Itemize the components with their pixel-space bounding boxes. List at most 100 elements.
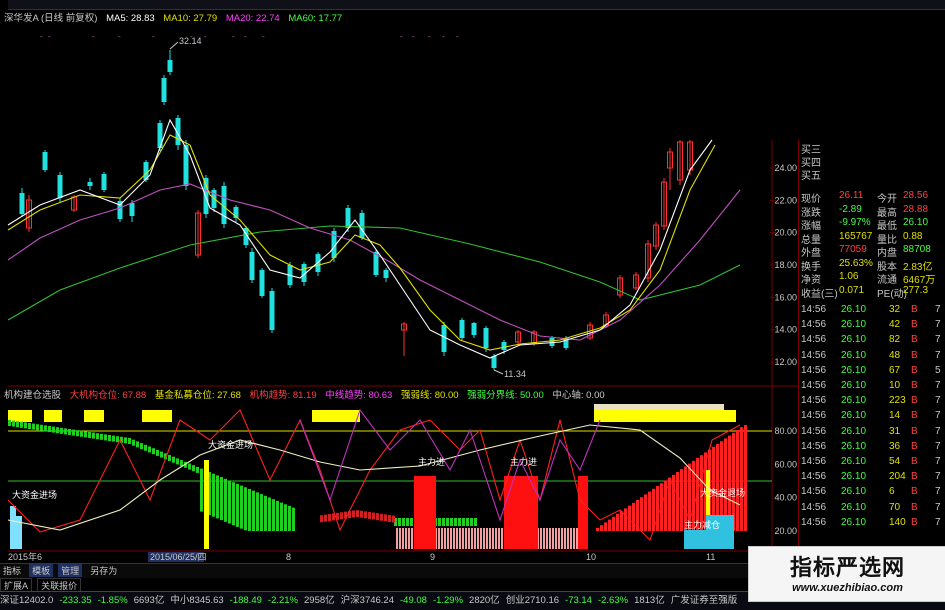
stat-value: 0.88 <box>903 230 923 242</box>
tick-price: 26.10 <box>841 410 867 422</box>
signal-bar <box>84 410 104 422</box>
toolbar-button[interactable]: 管理 <box>58 564 83 577</box>
signal-bar <box>8 410 32 422</box>
candle-body <box>441 325 447 352</box>
tick-time: 14:56 <box>801 380 827 391</box>
stat-value: -2.89 <box>839 203 862 215</box>
indicator-tick-label: 40.00 <box>774 493 797 503</box>
fund-histogram-bar <box>380 513 383 521</box>
stat-label: 收益(三) <box>801 288 838 300</box>
index-quote: -1.29% <box>432 595 464 606</box>
fund-histogram-bar <box>156 449 159 456</box>
fund-histogram-bar <box>744 425 747 531</box>
tick-row: 14:56 26.10 31 B 7 <box>799 425 945 440</box>
fund-histogram-bar <box>180 460 183 467</box>
tick-volume: 6 <box>889 486 895 498</box>
fund-histogram-bar <box>328 514 331 522</box>
candle-body <box>491 356 497 368</box>
low-pointer <box>493 369 504 375</box>
fund-histogram-bar <box>8 420 11 426</box>
price-tick-label: 20.00 <box>774 228 797 238</box>
tick-side: B <box>911 395 918 407</box>
fund-histogram-bar <box>292 507 295 531</box>
candle-body <box>57 175 63 198</box>
index-quote: -49.08 <box>400 595 427 606</box>
fund-histogram-bar <box>612 516 615 531</box>
tick-time: 14:56 <box>801 304 827 315</box>
tick-time: 14:56 <box>801 501 827 513</box>
indicator-value: 机构趋势: 81.19 <box>249 390 317 401</box>
candle-body <box>483 328 489 348</box>
candle-body <box>42 152 48 170</box>
toolbar-button[interactable]: 另存为 <box>87 564 120 577</box>
fund-histogram-bar <box>244 487 247 531</box>
tick-side: B <box>911 349 918 361</box>
fund-histogram-bar <box>128 438 131 444</box>
tick-row: 14:56 26.10 204 B 7 <box>799 470 945 485</box>
fund-histogram-bar <box>458 518 461 526</box>
tick-time: 14:56 <box>801 334 827 346</box>
toolbar-button[interactable]: 指标 <box>0 564 24 577</box>
fund-histogram-bar <box>402 518 405 526</box>
fund-histogram-bar <box>388 514 391 522</box>
price-tick-label: 24.00 <box>774 163 797 173</box>
date-tick-label: 2015/06/25/四 <box>150 552 207 562</box>
mid-trend-line <box>299 408 601 522</box>
fund-histogram-bar <box>24 422 27 429</box>
indicator-value: 强弱分界线: 50.00 <box>467 390 544 401</box>
high-pointer <box>169 41 179 50</box>
tick-count: 7 <box>935 516 941 528</box>
fund-histogram-bar <box>116 436 119 443</box>
main-force-block <box>578 476 588 549</box>
fund-histogram-bar <box>228 480 231 524</box>
tick-side: B <box>911 304 918 315</box>
fund-histogram-bar <box>172 456 175 463</box>
marker-tick: - <box>152 32 155 41</box>
stat-value: 165767 <box>839 230 873 242</box>
toolbar-button[interactable]: 模板 <box>29 564 54 577</box>
base-histogram-bar <box>453 528 455 549</box>
tick-count: 7 <box>935 425 941 437</box>
fund-histogram-bar <box>368 511 371 519</box>
fund-histogram-bar <box>256 492 259 531</box>
fund-histogram-bar <box>64 428 67 435</box>
indicator-value: 大机构仓位: 67.88 <box>69 390 147 401</box>
fund-histogram-bar <box>248 489 251 531</box>
base-histogram-bar <box>552 528 554 549</box>
indicator-name[interactable]: 机构建仓选股 <box>4 390 61 401</box>
indicator-value: 中心轴: 0.00 <box>552 390 605 401</box>
tick-price: 26.10 <box>841 486 867 498</box>
stat-value: 25.63% <box>839 257 873 269</box>
fund-histogram-bar <box>236 483 239 527</box>
tick-time: 14:56 <box>801 410 827 422</box>
tick-time: 14:56 <box>801 319 827 331</box>
fund-histogram-bar <box>28 423 31 429</box>
tick-volume: 140 <box>889 516 906 528</box>
fund-histogram-bar <box>52 426 55 433</box>
price-tick-label: 22.00 <box>774 195 797 205</box>
base-histogram-bar <box>564 528 566 549</box>
candle-body <box>383 270 389 278</box>
base-histogram-bar <box>558 528 560 549</box>
fund-histogram-bar <box>664 480 667 531</box>
stat-value: 77059 <box>839 244 867 255</box>
indicator-tick-label: 60.00 <box>774 459 797 469</box>
base-histogram-bar <box>546 528 548 549</box>
index-quote: 1813亿 <box>634 595 665 606</box>
tick-count: 7 <box>935 349 941 361</box>
marker-tick: - <box>442 32 445 41</box>
ma60-label: MA60: 17.77 <box>288 13 343 24</box>
tick-side: B <box>911 410 918 422</box>
base-histogram-bar <box>495 528 497 549</box>
fund-histogram-bar <box>36 424 39 431</box>
fund-histogram-bar <box>168 455 171 461</box>
tick-price: 26.10 <box>841 319 867 331</box>
fund-histogram-bar <box>76 430 79 437</box>
volume-bar <box>16 516 22 549</box>
fund-histogram-bar <box>624 508 627 531</box>
tick-price: 26.10 <box>841 516 867 528</box>
tick-volume: 48 <box>889 349 901 361</box>
low-price-label: 11.34 <box>504 369 526 379</box>
tick-price: 26.10 <box>841 380 867 391</box>
base-histogram-bar <box>396 528 398 549</box>
